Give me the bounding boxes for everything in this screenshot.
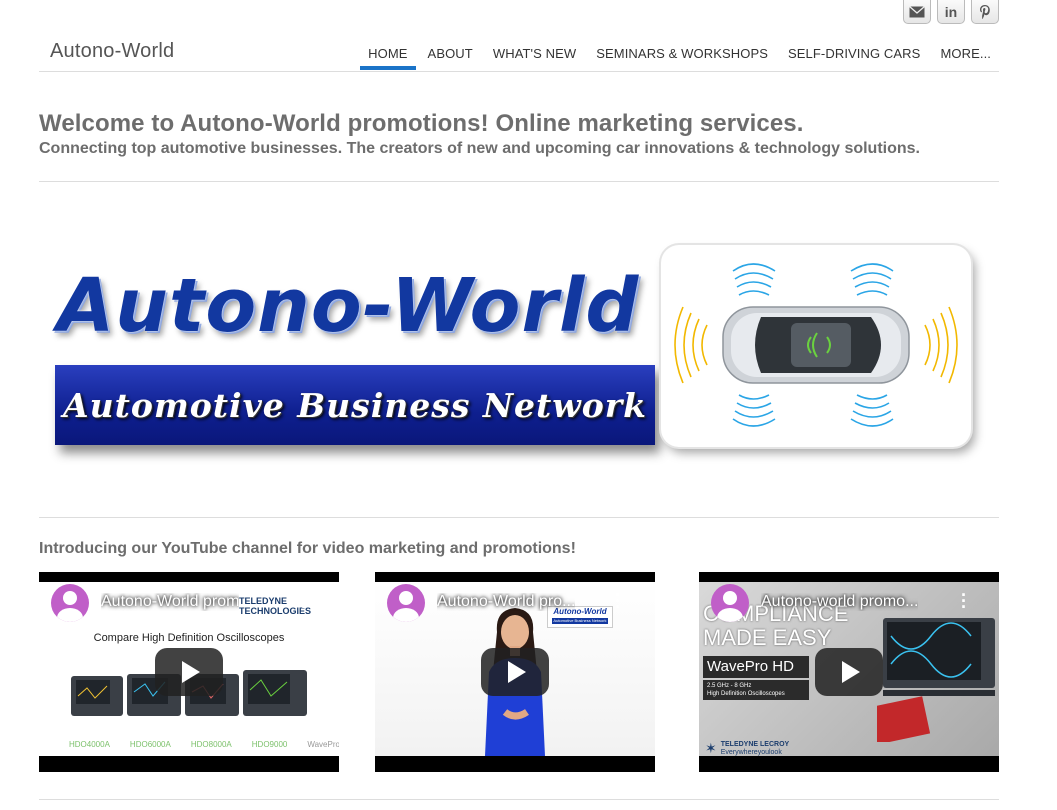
more-options-icon[interactable]: · · · xyxy=(961,586,967,616)
youtube-video-1[interactable]: TELEDYNE TECHNOLOGIES Compare High Defin… xyxy=(39,572,339,772)
social-links: in xyxy=(903,0,999,24)
nav-seminars-workshops[interactable]: SEMINARS & WORKSHOPS xyxy=(588,38,776,70)
linkedin-icon[interactable]: in xyxy=(937,0,965,24)
nav-whats-new[interactable]: WHAT'S NEW xyxy=(485,38,584,70)
video-title[interactable]: Autono-world promo... xyxy=(761,593,918,611)
thumbnail-spec-line: 2.5 GHz - 8 GHz xyxy=(707,683,752,689)
page-title: Welcome to Autono-World promotions! Onli… xyxy=(39,110,804,137)
channel-avatar[interactable] xyxy=(51,584,89,622)
thumbnail-vendor-logo: ✶ TELEDYNE LECROY Everywhereyoulook xyxy=(705,740,789,757)
page-headline: Welcome to Autono-World promotions! Onli… xyxy=(39,110,999,158)
thumbnail-spec-line: High Definition Oscilloscopes xyxy=(707,691,785,697)
vendor-name: TELEDYNE LECROY Everywhereyoulook xyxy=(721,741,789,757)
vendor-logo-icon: ✶ xyxy=(705,740,717,756)
youtube-heading: Introducing our YouTube channel for vide… xyxy=(39,540,576,557)
banner-tagline-bar: Automotive Business Network xyxy=(55,365,655,445)
channel-avatar[interactable] xyxy=(711,584,749,622)
model-label: HDO4000A xyxy=(69,740,110,749)
thumbnail-vendor: TELEDYNE TECHNOLOGIES xyxy=(239,596,312,616)
car-sensor-image xyxy=(661,245,971,447)
model-label: HDO8000A xyxy=(190,740,232,749)
youtube-video-2[interactable]: Autono-World Automotive Business Network… xyxy=(375,572,655,772)
vendor-tagline: Everywhereyoulook xyxy=(720,748,782,756)
channel-avatar[interactable] xyxy=(387,584,425,622)
divider xyxy=(39,181,999,182)
more-options-icon[interactable]: · · · xyxy=(301,586,307,616)
site-title[interactable]: Autono-World xyxy=(50,40,174,63)
model-label: HDO6000A xyxy=(129,740,171,749)
nav-more[interactable]: MORE... xyxy=(932,38,999,70)
thumbnail-model-list: HDO4000A HDO6000A HDO8000A HDO9000 WaveP… xyxy=(69,740,339,749)
model-label: HDO9000 xyxy=(251,740,288,749)
banner-tagline: Automotive Business Network xyxy=(63,385,647,425)
play-button[interactable] xyxy=(481,648,549,696)
video-title[interactable]: Autono-World prom xyxy=(101,593,239,611)
video-title[interactable]: Autono-World pro... xyxy=(437,593,575,611)
play-button[interactable] xyxy=(815,648,883,696)
divider xyxy=(39,517,999,518)
thumbnail-spec: 2.5 GHz - 8 GHz High Definition Oscillos… xyxy=(703,680,809,700)
play-button[interactable] xyxy=(155,648,223,696)
divider xyxy=(39,799,999,800)
nav-home[interactable]: HOME xyxy=(360,38,416,70)
thumbnail-product: WavePro HD xyxy=(703,656,809,678)
vendor-name-text: TELEDYNE LECROY xyxy=(720,740,790,748)
thumbnail-caption: Compare High Definition Oscilloscopes xyxy=(93,632,285,644)
model-label: WavePro HD xyxy=(307,740,339,749)
youtube-video-3[interactable]: COMPLIANCE MADE EASY WavePro HD 2.5 GHz … xyxy=(699,572,999,772)
hero-banner: Autono-World Automotive Business Network xyxy=(39,235,979,465)
main-nav: HOME ABOUT WHAT'S NEW SEMINARS & WORKSHO… xyxy=(356,38,999,72)
banner-brand: Autono-World xyxy=(57,263,640,349)
nav-about[interactable]: ABOUT xyxy=(420,38,481,70)
email-icon[interactable] xyxy=(903,0,931,24)
page-subtitle: Connecting top automotive businesses. Th… xyxy=(39,140,920,157)
pinterest-icon[interactable] xyxy=(971,0,999,24)
nav-self-driving-cars[interactable]: SELF-DRIVING CARS xyxy=(780,38,928,70)
site-header: Autono-World HOME ABOUT WHAT'S NEW SEMIN… xyxy=(39,38,999,72)
more-options-icon[interactable]: · · · xyxy=(615,586,621,616)
